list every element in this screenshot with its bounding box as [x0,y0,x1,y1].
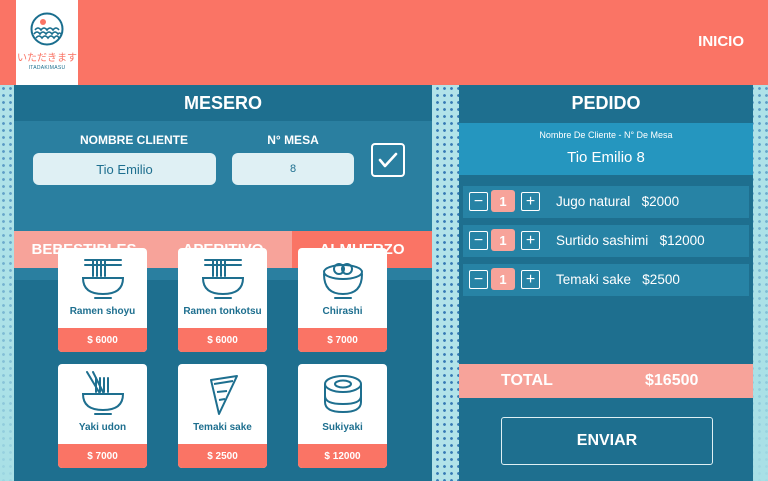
background-fade-left [0,85,14,481]
qty-value: 1 [491,229,515,251]
order-item-name: Jugo natural $2000 [556,194,679,209]
sukiyaki-pot-icon [323,375,362,414]
decrease-qty-button[interactable]: − [469,231,488,250]
order-item-price: $2000 [641,194,680,209]
pedido-panel: PEDIDO Nombre De Cliente - N° De Mesa Ti… [459,85,753,481]
menu-item-price: $ 7000 [298,328,387,352]
menu-item-name: Chirashi [322,306,363,317]
total-label: TOTAL [501,372,553,389]
order-item-label: Surtido sashimi [556,233,649,248]
mesero-title: MESERO [183,92,262,113]
menu-card-chirashi[interactable]: Chirashi $ 7000 [298,248,387,352]
menu-card-ramen-tonkotsu[interactable]: Ramen tonkotsu $ 6000 [178,248,267,352]
mesa-label: N° MESA [267,133,319,147]
pedido-client-display: Tio Emilio 8 [567,149,645,166]
order-item-price: $2500 [642,272,680,287]
menu-item-name: Temaki sake [193,422,252,433]
logo[interactable]: いただきます ITADAKIMASU [16,0,78,85]
order-item-name: Surtido sashimi $12000 [556,233,705,248]
menu-item-price: $ 2500 [178,444,267,468]
order-row: − 1 + Surtido sashimi $12000 [463,225,749,257]
confirm-checkbox[interactable] [371,143,405,177]
increase-qty-button[interactable]: + [521,270,540,289]
minus-icon: − [473,270,484,288]
order-item-label: Jugo natural [556,194,631,209]
wave-logo-icon [30,12,64,46]
total-bar: TOTAL $16500 [459,364,753,398]
menu-item-price: $ 6000 [58,328,147,352]
qty-value: 1 [491,190,515,212]
udon-bowl-icon [81,371,124,415]
menu-item-price: $ 7000 [58,444,147,468]
menu-item-name: Yaki udon [78,422,127,433]
decrease-qty-button[interactable]: − [469,192,488,211]
menu-item-name: Sukiyaki [322,422,363,433]
order-row: − 1 + Jugo natural $2000 [463,186,749,218]
menu-card-ramen-shoyu[interactable]: Ramen shoyu $ 6000 [58,248,147,352]
nav-inicio-link[interactable]: INICIO [698,33,744,50]
order-item-name: Temaki sake $2500 [556,272,680,287]
checkmark-icon [378,152,398,168]
top-header: いただきます ITADAKIMASU INICIO [0,0,768,85]
pedido-client-header: Nombre De Cliente - N° De Mesa Tio Emili… [459,123,753,175]
menu-card-yaki-udon[interactable]: Yaki udon $ 7000 [58,364,147,468]
menu-item-name: Ramen shoyu [69,306,136,317]
minus-icon: − [473,192,484,210]
menu-item-price: $ 6000 [178,328,267,352]
mesero-panel: MESERO NOMBRE CLIENTE N° MESA BEBESTIBLE… [14,85,432,481]
background-fade-right [752,85,768,481]
increase-qty-button[interactable]: + [521,192,540,211]
menu-item-price: $ 12000 [298,444,387,468]
temaki-icon [209,375,238,415]
menu-item-name: Ramen tonkotsu [183,306,262,317]
logo-japanese-text: いただきます [17,53,77,64]
increase-qty-button[interactable]: + [521,231,540,250]
order-item-price: $12000 [659,233,705,248]
decrease-qty-button[interactable]: − [469,270,488,289]
qty-value: 1 [491,268,515,290]
menu-card-temaki-sake[interactable]: Temaki sake $ 2500 [178,364,267,468]
ramen-bowl-icon [81,259,124,299]
enviar-button[interactable]: ENVIAR [501,417,713,465]
cliente-input[interactable] [33,153,216,185]
logo-english-text: ITADAKIMASU [28,65,66,71]
pedido-title: PEDIDO [571,92,641,113]
plus-icon: + [525,192,536,210]
cliente-label: NOMBRE CLIENTE [80,133,188,147]
pedido-subtitle: Nombre De Cliente - N° De Mesa [539,130,673,140]
order-item-label: Temaki sake [556,272,632,287]
total-value: $16500 [645,372,699,389]
order-row: − 1 + Temaki sake $2500 [463,264,749,296]
plus-icon: + [525,270,536,288]
minus-icon: − [473,231,484,249]
menu-card-sukiyaki[interactable]: Sukiyaki $ 12000 [298,364,387,468]
chirashi-bowl-icon [322,263,363,299]
plus-icon: + [525,231,536,249]
ramen-bowl-icon [201,259,244,299]
mesa-input[interactable] [232,153,354,185]
